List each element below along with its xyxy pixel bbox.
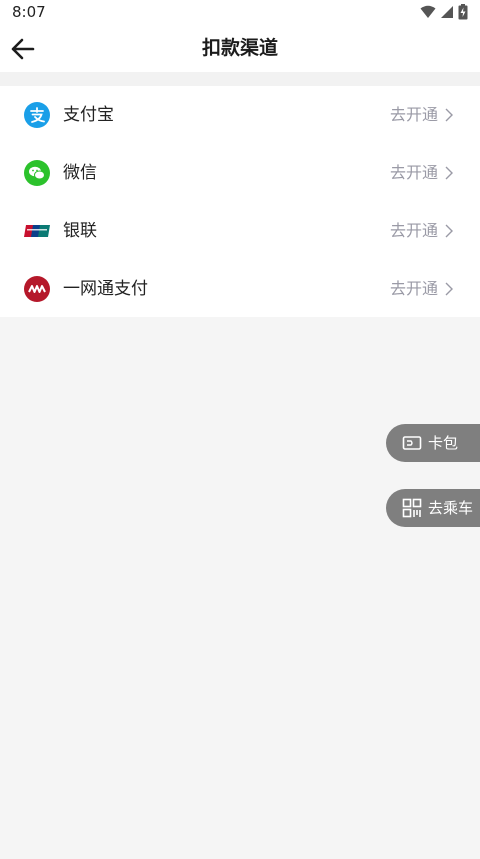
activate-link[interactable]: 去开通 <box>390 86 438 144</box>
wechat-logo <box>24 160 50 186</box>
channel-row-wechat[interactable]: 微信 去开通 <box>0 144 480 202</box>
chevron-right-icon <box>445 282 453 296</box>
unionpay-logo <box>24 225 50 237</box>
channel-row-alipay[interactable]: 支付宝 去开通 <box>0 86 480 144</box>
cmb-one-net-logo <box>24 276 50 302</box>
chevron-right-icon <box>445 224 453 238</box>
page-title: 扣款渠道 <box>201 37 278 59</box>
signal-icon <box>441 6 453 18</box>
channel-row-unionpay[interactable]: 银联 去开通 <box>0 202 480 260</box>
battery-charging-icon <box>458 4 468 20</box>
channel-label: 银联 <box>63 221 97 241</box>
activate-link[interactable]: 去开通 <box>390 260 438 318</box>
app-header: 扣款渠道 <box>0 24 480 72</box>
chevron-right-icon <box>445 166 453 180</box>
ride-button[interactable]: 去乘车 <box>386 489 480 527</box>
chevron-right-icon <box>445 108 453 122</box>
channel-row-cmb[interactable]: 一网通支付 去开通 <box>0 260 480 318</box>
channel-label: 微信 <box>63 163 97 183</box>
alipay-logo <box>24 102 50 128</box>
status-bar: 8:07 <box>0 0 480 24</box>
section-divider <box>0 72 480 86</box>
ride-label: 去乘车 <box>428 499 474 517</box>
qr-code-icon <box>402 498 422 518</box>
channel-label: 支付宝 <box>63 105 114 125</box>
activate-link[interactable]: 去开通 <box>390 202 438 260</box>
status-time: 8:07 <box>12 3 46 21</box>
status-icons <box>420 4 468 20</box>
activate-link[interactable]: 去开通 <box>390 144 438 202</box>
arrow-left-icon[interactable] <box>8 34 38 64</box>
card-icon <box>402 436 422 450</box>
card-wallet-label: 卡包 <box>428 434 459 452</box>
channel-label: 一网通支付 <box>63 279 148 299</box>
channel-list: 支付宝 去开通 微信 去开通 银联 去开通 一网通支付 去开通 <box>0 86 480 317</box>
wifi-icon <box>420 5 436 18</box>
card-wallet-button[interactable]: 卡包 <box>386 424 480 462</box>
